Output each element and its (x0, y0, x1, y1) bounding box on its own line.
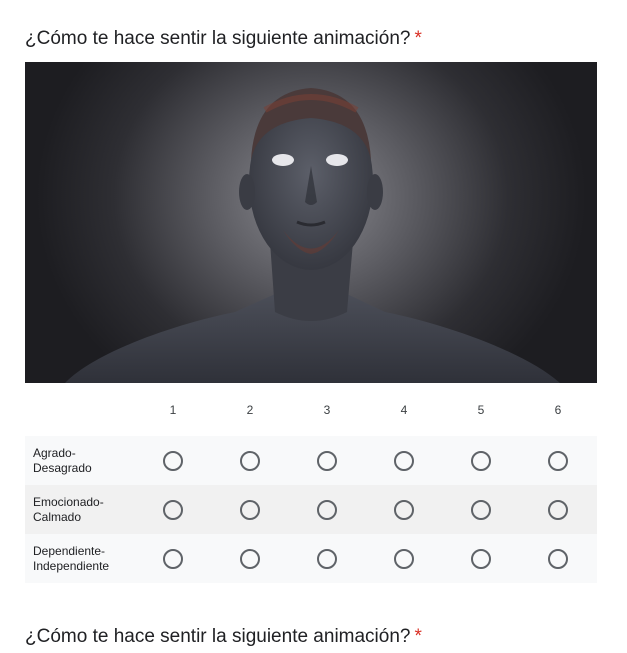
radio-option-2[interactable] (240, 499, 260, 520)
radio-option-6[interactable] (548, 450, 568, 471)
radio-option-5[interactable] (471, 450, 491, 471)
radio-option-2[interactable] (240, 548, 260, 569)
column-header: 1 (169, 403, 177, 417)
radio-option-1[interactable] (163, 548, 183, 569)
radio-option-1[interactable] (163, 450, 183, 471)
required-asterisk: * (414, 626, 422, 647)
radio-option-6[interactable] (548, 499, 568, 520)
question-title: ¿Cómo te hace sentir la siguiente animac… (25, 27, 422, 51)
question-title: ¿Cómo te hace sentir la siguiente animac… (25, 625, 422, 649)
column-header: 6 (554, 403, 562, 417)
radio-option-5[interactable] (471, 499, 491, 520)
radio-option-3[interactable] (317, 548, 337, 569)
3d-head-render (65, 88, 560, 383)
column-header: 5 (477, 403, 485, 417)
radio-option-4[interactable] (394, 548, 414, 569)
radio-option-1[interactable] (163, 499, 183, 520)
rating-grid: 1 2 3 4 5 6 Agrado- Desagrado Emocionado… (25, 395, 597, 583)
grid-header: 1 2 3 4 5 6 (25, 395, 597, 429)
radio-option-3[interactable] (317, 450, 337, 471)
radio-option-6[interactable] (548, 548, 568, 569)
row-label: Agrado- Desagrado (33, 445, 92, 475)
radio-option-4[interactable] (394, 499, 414, 520)
grid-row-emocionado-calmado: Emocionado- Calmado (25, 485, 597, 534)
question-title-text: ¿Cómo te hace sentir la siguiente animac… (25, 28, 411, 49)
radio-option-5[interactable] (471, 548, 491, 569)
row-label: Emocionado- Calmado (33, 494, 104, 524)
column-header: 4 (400, 403, 408, 417)
required-asterisk: * (414, 28, 422, 49)
column-header: 2 (246, 403, 254, 417)
grid-row-dependiente-independiente: Dependiente- Independiente (25, 534, 597, 583)
radio-option-3[interactable] (317, 499, 337, 520)
radio-option-4[interactable] (394, 450, 414, 471)
grid-row-agrado-desagrado: Agrado- Desagrado (25, 436, 597, 485)
radio-option-2[interactable] (240, 450, 260, 471)
animation-image (25, 62, 597, 383)
column-header: 3 (323, 403, 331, 417)
question-title-text: ¿Cómo te hace sentir la siguiente animac… (25, 626, 411, 647)
row-label: Dependiente- Independiente (33, 543, 110, 573)
